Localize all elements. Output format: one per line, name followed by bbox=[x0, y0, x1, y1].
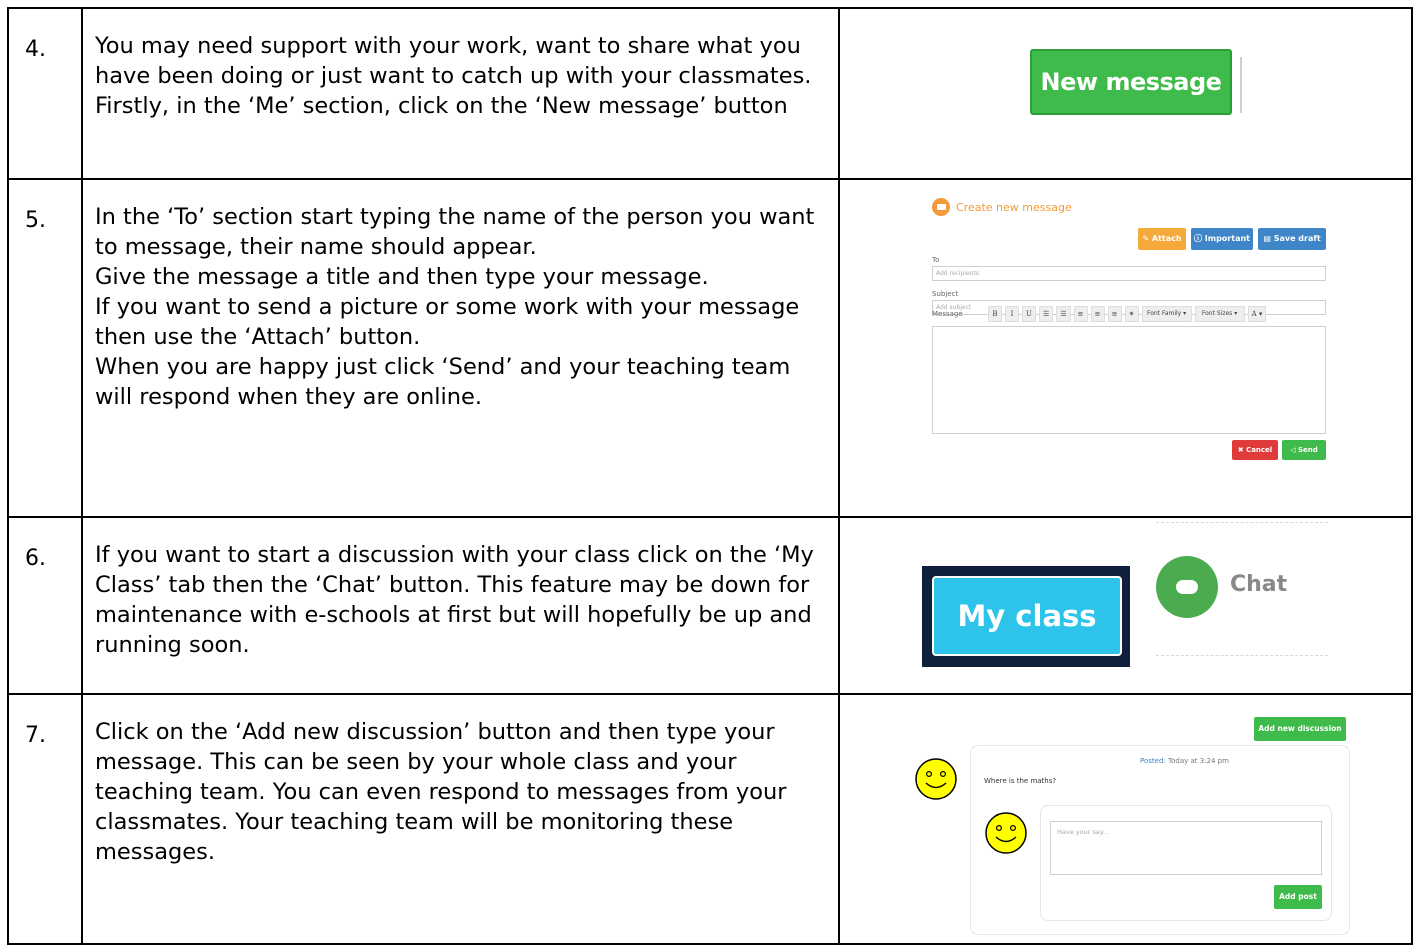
discussion-message: Where is the maths? bbox=[984, 777, 1057, 785]
step-image: My class Chat bbox=[838, 516, 1413, 695]
add-post-button[interactable]: Add post bbox=[1274, 885, 1322, 909]
font-color-button[interactable]: A ▾ bbox=[1247, 306, 1267, 322]
editor-toolbar: B I U ☰ ☰ ≡ ≡ ≡ ✶ Font Family ▾ Font Siz… bbox=[988, 306, 1267, 322]
number-list-button[interactable]: ☰ bbox=[1056, 306, 1071, 322]
envelope-icon bbox=[932, 198, 950, 216]
step-line: Give the message a title and then type y… bbox=[95, 264, 709, 290]
compose-title-text: Create new message bbox=[956, 200, 1072, 214]
underline-button[interactable]: U bbox=[1022, 306, 1036, 322]
posted-time: Today at 3:24 pm bbox=[1168, 757, 1229, 765]
posted-timestamp: Posted: Today at 3:24 pm bbox=[1140, 757, 1229, 765]
step-line: In the ‘To’ section start typing the nam… bbox=[95, 204, 815, 260]
cancel-button[interactable]: ✖ Cancel bbox=[1232, 440, 1278, 460]
align-right-button[interactable]: ≡ bbox=[1107, 306, 1122, 322]
new-message-screenshot: New message bbox=[1030, 49, 1242, 115]
save-draft-button[interactable]: ▤ Save draft bbox=[1258, 228, 1326, 250]
compose-title: Create new message bbox=[932, 198, 1072, 216]
step-line: When you are happy just click ‘Send’ and… bbox=[95, 354, 791, 410]
bold-button[interactable]: B bbox=[988, 306, 1002, 322]
step-text: You may need support with your work, wan… bbox=[81, 7, 840, 180]
send-button[interactable]: ◁ Send bbox=[1282, 440, 1326, 460]
new-message-button[interactable]: New message bbox=[1030, 49, 1232, 115]
step-row-4: 4. You may need support with your work, … bbox=[7, 7, 1413, 180]
instructions-table: 4. You may need support with your work, … bbox=[7, 7, 1413, 945]
message-textarea[interactable] bbox=[932, 326, 1326, 434]
step-line: Firstly, in the ‘Me’ section, click on t… bbox=[95, 93, 788, 119]
align-center-button[interactable]: ≡ bbox=[1090, 306, 1105, 322]
step-number: 4. bbox=[7, 7, 83, 180]
step-text: Click on the ‘Add new discussion’ button… bbox=[81, 693, 840, 945]
to-input[interactable]: Add recipients bbox=[932, 266, 1326, 281]
step-line: You may need support with your work, wan… bbox=[95, 33, 812, 89]
font-sizes-select[interactable]: Font Sizes ▾ bbox=[1194, 306, 1245, 322]
chat-bubble-icon[interactable] bbox=[1156, 556, 1218, 618]
align-left-button[interactable]: ≡ bbox=[1073, 306, 1088, 322]
chat-button-label[interactable]: Chat bbox=[1230, 572, 1287, 597]
subject-label: Subject bbox=[932, 290, 959, 298]
smiley-face-icon bbox=[985, 812, 1027, 854]
to-label: To bbox=[932, 256, 940, 264]
step-image: Create new message ✎ Attach ⓘ Important … bbox=[838, 178, 1413, 518]
compose-message-screenshot: Create new message ✎ Attach ⓘ Important … bbox=[932, 196, 1330, 496]
step-line: If you want to send a picture or some wo… bbox=[95, 294, 800, 350]
reply-input[interactable]: Have your say... bbox=[1050, 821, 1322, 875]
step-text: If you want to start a discussion with y… bbox=[81, 516, 840, 695]
my-class-button[interactable]: My class bbox=[932, 576, 1122, 656]
step-line: If you want to start a discussion with y… bbox=[95, 542, 814, 658]
step-number: 6. bbox=[7, 516, 83, 695]
step-number: 5. bbox=[7, 178, 83, 518]
step-image: Add new discussion Posted: Today at 3:24… bbox=[838, 693, 1413, 945]
smiley-face-icon bbox=[915, 758, 957, 800]
add-new-discussion-button[interactable]: Add new discussion bbox=[1254, 717, 1346, 741]
divider bbox=[1240, 57, 1242, 113]
italic-button[interactable]: I bbox=[1005, 306, 1019, 322]
step-row-7: 7. Click on the ‘Add new discussion’ but… bbox=[7, 693, 1413, 945]
bullet-list-button[interactable]: ☰ bbox=[1039, 306, 1054, 322]
attach-button[interactable]: ✎ Attach bbox=[1138, 228, 1186, 250]
step-row-6: 6. If you want to start a discussion wit… bbox=[7, 516, 1413, 695]
important-button[interactable]: ⓘ Important bbox=[1191, 228, 1253, 250]
font-family-select[interactable]: Font Family ▾ bbox=[1141, 306, 1192, 322]
message-label: Message bbox=[932, 310, 963, 318]
step-line: Click on the ‘Add new discussion’ button… bbox=[95, 719, 787, 865]
posted-label: Posted: bbox=[1140, 757, 1166, 765]
step-number: 7. bbox=[7, 693, 83, 945]
step-row-5: 5. In the ‘To’ section start typing the … bbox=[7, 178, 1413, 518]
step-text: In the ‘To’ section start typing the nam… bbox=[81, 178, 840, 518]
link-button[interactable]: ✶ bbox=[1124, 306, 1139, 322]
step-image: New message bbox=[838, 7, 1413, 180]
